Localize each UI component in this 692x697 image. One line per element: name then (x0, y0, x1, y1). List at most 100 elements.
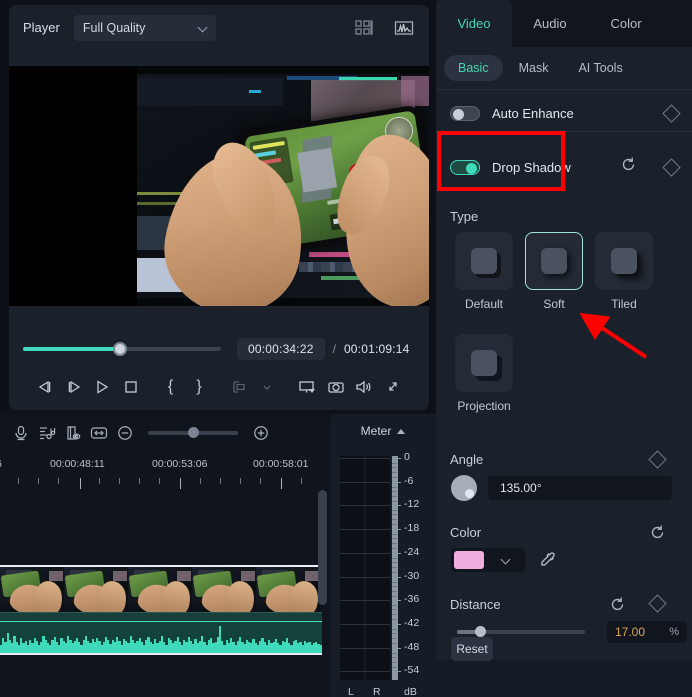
properties-panel: Video Audio Color Basic Mask AI Tools Au… (436, 0, 692, 697)
zoom-out-icon[interactable] (112, 420, 138, 446)
type-soft-thumb[interactable] (525, 232, 583, 290)
tab-video[interactable]: Video (436, 0, 512, 47)
timeline-zoom-handle[interactable] (188, 427, 199, 438)
auto-enhance-row[interactable]: Auto Enhance (436, 96, 692, 130)
type-default-thumb[interactable] (455, 232, 513, 290)
angle-dial-handle[interactable] (465, 489, 474, 498)
distance-unit: % (669, 626, 679, 638)
type-tiled-thumb[interactable] (595, 232, 653, 290)
mark-out-button[interactable]: } (185, 374, 213, 400)
tab-color[interactable]: Color (588, 0, 664, 47)
subtab-mask-label: Mask (518, 61, 549, 75)
chevron-down-icon[interactable] (502, 556, 510, 564)
meter-minor-tick (392, 514, 397, 515)
tab-color-label: Color (610, 16, 642, 31)
meter-gridline (340, 600, 390, 601)
video-clip[interactable] (0, 565, 322, 613)
type-option-tiled[interactable]: Tiled (595, 232, 653, 311)
display-settings-button[interactable] (293, 374, 321, 400)
stop-button[interactable] (116, 374, 144, 400)
fit-to-screen-icon[interactable] (86, 420, 112, 446)
meter-unit-label: dB (404, 686, 417, 697)
meter-scale-label: -48 (404, 641, 420, 653)
meter-gridline (340, 553, 390, 554)
meter-scale-label: -18 (404, 522, 420, 534)
marker-eye-icon[interactable] (60, 420, 86, 446)
meter-gridline (340, 624, 390, 625)
color-swatch[interactable] (454, 551, 484, 569)
microphone-icon[interactable] (8, 420, 34, 446)
prev-frame-button[interactable] (31, 374, 59, 400)
eyedropper-icon[interactable] (538, 550, 557, 574)
drop-shadow-row[interactable]: Drop Shadow (436, 150, 692, 184)
drop-shadow-keyframe-icon[interactable] (662, 157, 681, 177)
subtab-ai-tools[interactable]: AI Tools (564, 55, 636, 81)
meter-minor-tick (392, 534, 397, 535)
meter-minor-tick (392, 667, 397, 668)
fullscreen-button[interactable] (379, 374, 407, 400)
tab-audio[interactable]: Audio (512, 0, 588, 47)
seek-handle[interactable] (113, 342, 127, 356)
total-timecode: 00:01:09:14 (343, 342, 410, 356)
insert-dropdown[interactable] (253, 374, 281, 400)
distance-slider[interactable] (457, 626, 585, 637)
chevron-up-icon[interactable] (397, 428, 406, 434)
seek-bar[interactable] (23, 342, 221, 356)
auto-enhance-keyframe-icon[interactable] (662, 103, 681, 123)
type-option-default[interactable]: Default (455, 232, 513, 311)
play-button[interactable] (88, 374, 116, 400)
meter-minor-tick (392, 638, 397, 639)
reset-button-label: Reset (456, 642, 488, 656)
type-projection-label: Projection (457, 399, 511, 413)
auto-enhance-label: Auto Enhance (492, 105, 574, 121)
quality-select[interactable]: Full Quality (73, 14, 216, 41)
angle-keyframe-icon[interactable] (648, 450, 667, 469)
color-picker[interactable] (451, 548, 525, 572)
audio-mixer-icon[interactable] (34, 420, 60, 446)
subtab-mask[interactable]: Mask (505, 55, 563, 81)
drop-shadow-toggle[interactable] (450, 159, 480, 175)
distance-reset-icon[interactable] (609, 596, 626, 618)
meter-minor-tick (392, 591, 397, 592)
mark-in-button[interactable]: { (156, 374, 184, 400)
subtab-basic[interactable]: Basic (444, 55, 503, 81)
meter-minor-tick (392, 582, 397, 583)
distance-keyframe-icon[interactable] (648, 594, 667, 613)
audio-waveform-clip[interactable] (0, 621, 322, 655)
meter-label-left: L (348, 686, 354, 697)
meter-minor-tick (392, 572, 397, 573)
timeline-zoom-slider[interactable] (148, 427, 238, 438)
snapshot-button[interactable] (322, 374, 350, 400)
color-reset-icon[interactable] (649, 524, 666, 546)
current-timecode[interactable]: 00:00:34:22 (237, 338, 325, 360)
grid-layout-icon[interactable] (353, 17, 375, 39)
meter-minor-tick (392, 596, 397, 597)
timeline-ruler[interactable]: 6 00:00:48:11 00:00:53:06 00:00:58:01 (0, 452, 330, 490)
meter-minor-tick (392, 472, 397, 473)
timeline-scrollbar[interactable] (318, 490, 327, 605)
meter-minor-tick (392, 558, 397, 559)
distance-slider-handle[interactable] (475, 626, 486, 637)
type-default-label: Default (464, 297, 504, 311)
reset-button[interactable]: Reset (451, 637, 493, 661)
next-frame-button[interactable] (59, 374, 87, 400)
insert-button[interactable] (225, 374, 253, 400)
type-projection-thumb[interactable] (455, 334, 513, 392)
scope-waveform-icon[interactable] (393, 17, 415, 39)
meter-minor-tick (392, 619, 397, 620)
type-option-projection[interactable]: Projection (455, 334, 513, 413)
type-option-soft[interactable]: Soft (525, 232, 583, 311)
drop-shadow-reset-icon[interactable] (620, 156, 637, 178)
angle-dial[interactable] (451, 475, 477, 501)
meter-minor-tick (392, 614, 397, 615)
video-preview[interactable] (9, 66, 429, 306)
angle-input[interactable]: 135.00° (488, 476, 672, 500)
volume-button[interactable] (350, 374, 378, 400)
zoom-in-icon[interactable] (248, 420, 274, 446)
meter-scale-label: -42 (404, 617, 420, 629)
auto-enhance-toggle[interactable] (450, 105, 480, 121)
meter-header[interactable]: Meter (330, 424, 436, 438)
type-soft-label: Soft (543, 297, 565, 311)
distance-input[interactable]: 17.00 % (607, 621, 687, 643)
timeline-tracks[interactable] (0, 490, 330, 697)
